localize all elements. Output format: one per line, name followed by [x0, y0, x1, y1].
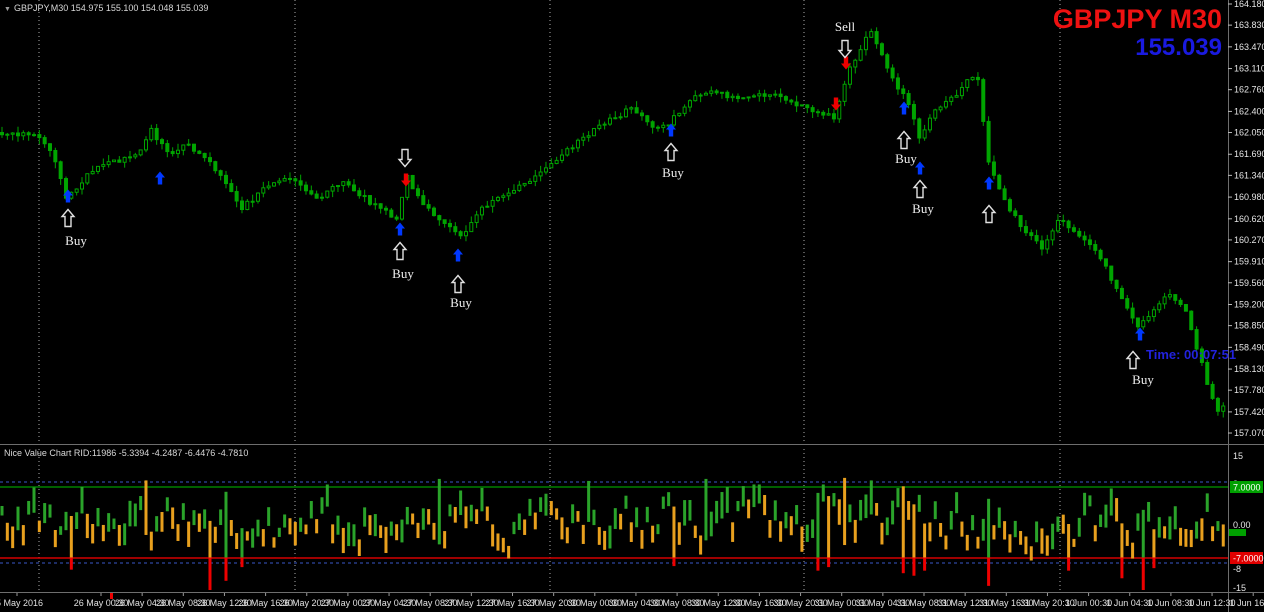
- symbol-watermark: GBPJPY M30: [1053, 4, 1222, 35]
- buy-label: Buy: [392, 266, 414, 281]
- buy-arrow-icon: [453, 249, 463, 262]
- buy-label: Buy: [65, 233, 87, 248]
- up-arrow-icon: [1127, 352, 1139, 369]
- current-price-watermark: 155.039: [1135, 34, 1222, 62]
- sell-arrow-icon: [401, 174, 411, 187]
- svg-text:161.690: 161.690: [1234, 149, 1264, 159]
- svg-text:157.780: 157.780: [1234, 385, 1264, 395]
- svg-text:162.760: 162.760: [1234, 85, 1264, 95]
- svg-text:157.420: 157.420: [1234, 407, 1264, 417]
- svg-text:25 May 2016: 25 May 2016: [0, 598, 43, 608]
- chart-window: 164.180 163.830 163.470 163.110 162.760 162.4…: [0, 0, 1264, 612]
- svg-text:-15: -15: [1233, 583, 1246, 593]
- indicator-axis: 1580.00-8-157.0000-7.0000: [1229, 451, 1264, 593]
- ohlc-info-line: ▼GBPJPY,M30 154.975 155.100 154.048 155.…: [4, 3, 208, 13]
- buy-label: Buy: [895, 151, 917, 166]
- svg-text:157.070: 157.070: [1234, 428, 1264, 438]
- buy-arrow-icon: [984, 177, 994, 190]
- svg-text:159.200: 159.200: [1234, 299, 1264, 309]
- svg-text:160.620: 160.620: [1234, 214, 1264, 224]
- svg-text:160.980: 160.980: [1234, 192, 1264, 202]
- svg-text:162.050: 162.050: [1234, 128, 1264, 138]
- svg-text:1 Jun 00:30: 1 Jun 00:30: [1065, 598, 1112, 608]
- candles-group: [1, 27, 1225, 417]
- panel-borders: [0, 0, 1264, 612]
- up-arrow-icon: [394, 243, 406, 260]
- up-arrow-icon: [62, 210, 74, 227]
- day-separators: [39, 0, 1060, 591]
- svg-text:159.560: 159.560: [1234, 278, 1264, 288]
- signal-time-label: Time: 00:07:51: [1146, 347, 1236, 362]
- buy-arrow-icon: [155, 172, 165, 185]
- chart-canvas[interactable]: 164.180 163.830 163.470 163.110 162.760 162.4…: [0, 0, 1264, 612]
- svg-text:1 Jun 16:30: 1 Jun 16:30: [1230, 598, 1264, 608]
- svg-text:163.470: 163.470: [1234, 42, 1264, 52]
- svg-text:1 Jun 12:30: 1 Jun 12:30: [1189, 598, 1236, 608]
- svg-text:163.110: 163.110: [1234, 64, 1264, 74]
- down-arrow-icon: [839, 41, 851, 58]
- svg-text:0.00: 0.00: [1233, 520, 1251, 530]
- price-axis: 164.180 163.830 163.470 163.110 162.760 162.4…: [1228, 0, 1264, 438]
- svg-text:1 Jun 08:30: 1 Jun 08:30: [1147, 598, 1194, 608]
- svg-text:-8: -8: [1233, 564, 1241, 574]
- up-arrow-icon: [898, 132, 910, 149]
- up-arrow-icon: [983, 206, 995, 223]
- indicator-bars-group: [1, 478, 1225, 590]
- buy-label: Buy: [1132, 372, 1154, 387]
- svg-text:164.180: 164.180: [1234, 0, 1264, 9]
- svg-text:-7.0000: -7.0000: [1233, 554, 1264, 564]
- svg-text:15: 15: [1233, 451, 1243, 461]
- svg-text:161.340: 161.340: [1234, 170, 1264, 180]
- svg-text:159.910: 159.910: [1234, 257, 1264, 267]
- svg-text:160.270: 160.270: [1234, 235, 1264, 245]
- svg-text:162.400: 162.400: [1234, 106, 1264, 116]
- ohlc-text: GBPJPY,M30 154.975 155.100 154.048 155.0…: [14, 3, 209, 13]
- signals-group: Buy Buy Buy Buy Buy Buy Buy Sell: [62, 19, 1154, 387]
- time-axis: 25 May 201626 May 00:3026 May 04:3026 Ma…: [0, 593, 1264, 608]
- buy-label: Buy: [662, 165, 684, 180]
- svg-text:7.0000: 7.0000: [1233, 483, 1261, 493]
- svg-text:158.490: 158.490: [1234, 342, 1264, 352]
- svg-text:1 Jun 04:30: 1 Jun 04:30: [1106, 598, 1153, 608]
- up-arrow-icon: [665, 144, 677, 161]
- down-arrow-icon: [399, 150, 411, 167]
- buy-label: Buy: [912, 201, 934, 216]
- up-arrow-icon: [914, 181, 926, 198]
- up-arrow-icon: [452, 276, 464, 293]
- svg-text:158.130: 158.130: [1234, 364, 1264, 374]
- buy-arrow-icon: [395, 223, 405, 236]
- svg-text:158.850: 158.850: [1234, 321, 1264, 331]
- sell-label: Sell: [835, 19, 856, 34]
- indicator-title: Nice Value Chart RID:11986 -5.3394 -4.24…: [4, 448, 248, 458]
- symbol-dropdown-icon[interactable]: ▼: [4, 6, 11, 13]
- svg-text:163.830: 163.830: [1234, 20, 1264, 30]
- buy-label: Buy: [450, 295, 472, 310]
